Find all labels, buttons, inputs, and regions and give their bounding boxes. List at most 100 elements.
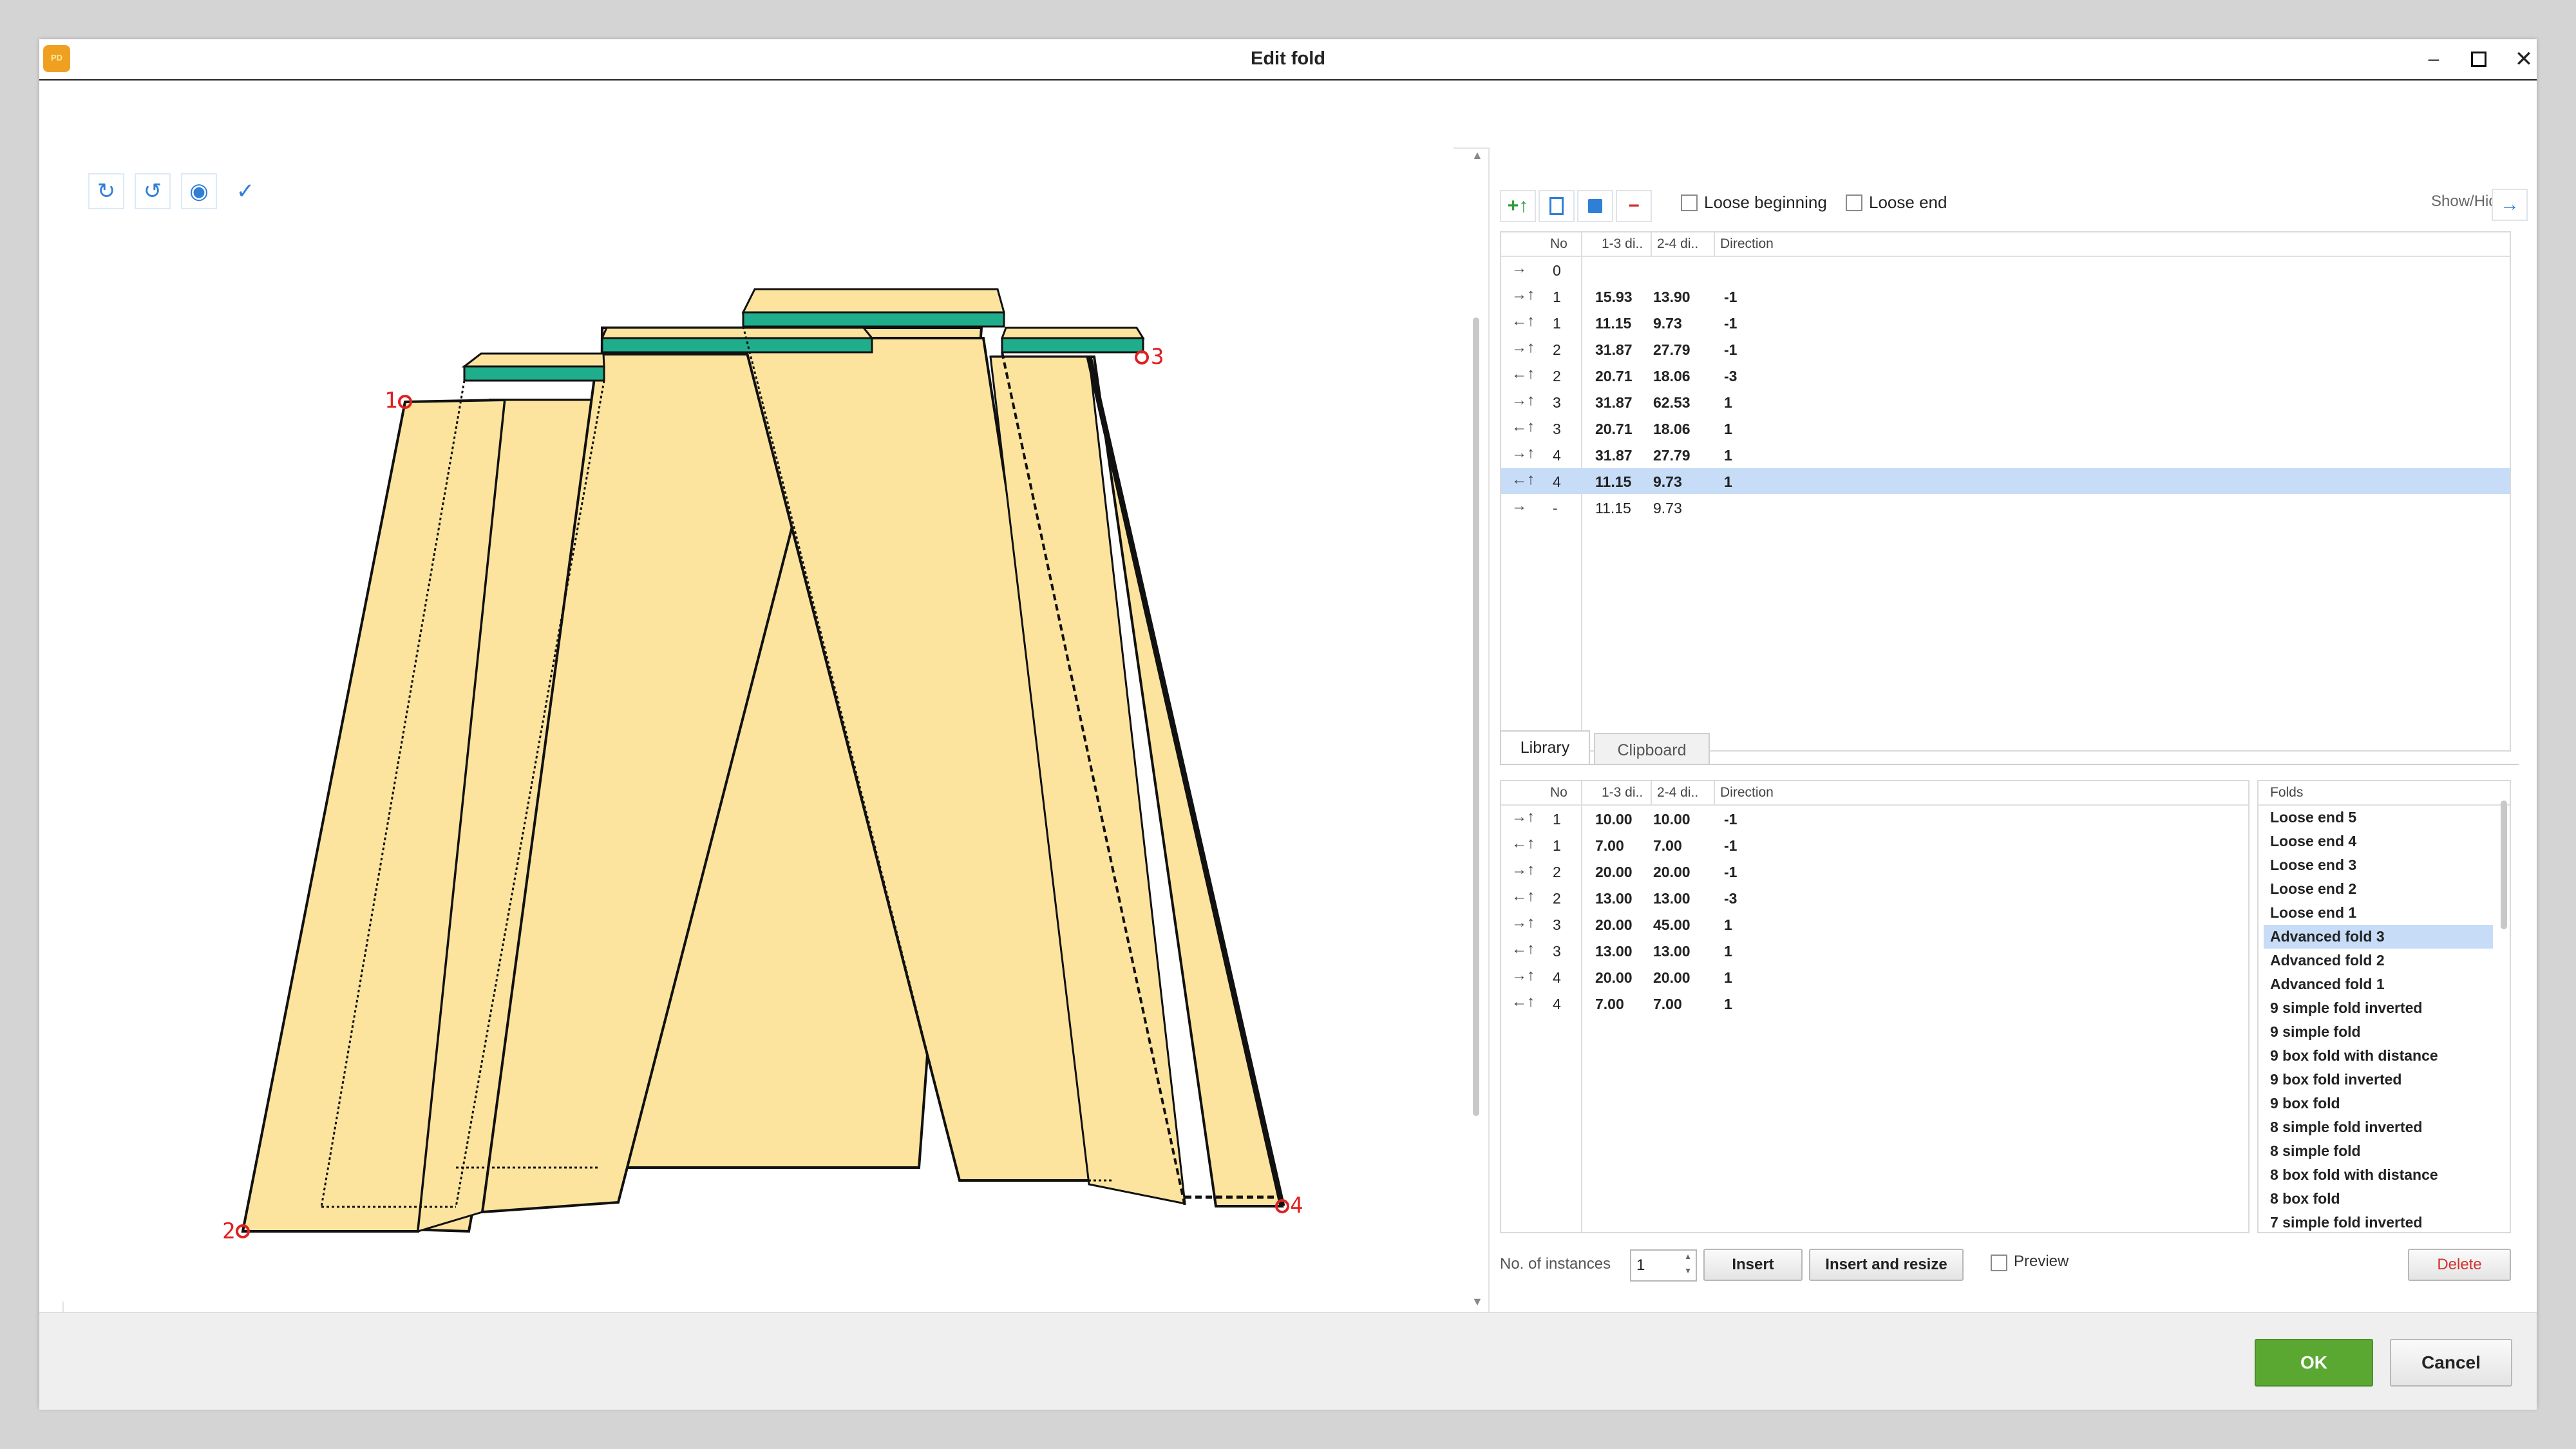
cell-no: 1 [1553, 289, 1561, 305]
point-2-label: 2 [222, 1218, 235, 1244]
table-row[interactable]: ←↑ 2 13.00 13.00 -3 [1501, 885, 2248, 911]
cell-d13: 20.00 [1595, 864, 1633, 880]
insert-and-resize-button[interactable]: Insert and resize [1809, 1249, 1964, 1281]
table-row[interactable]: ←↑ 4 11.15 9.73 1 [1501, 468, 2510, 494]
list-item[interactable]: Advanced fold 1 [2264, 972, 2493, 996]
cell-no: 0 [1553, 262, 1561, 279]
cell-dir: -1 [1724, 289, 1738, 305]
rotate-cw-icon[interactable]: ↻ [88, 173, 124, 209]
cell-no: 3 [1553, 421, 1561, 437]
loose-end-checkbox[interactable] [1846, 194, 1862, 211]
list-item[interactable]: 9 box fold [2264, 1092, 2493, 1115]
col-header-no: No [1550, 236, 1567, 251]
tab-clipboard[interactable]: Clipboard [1594, 733, 1710, 764]
cell-d24: 13.90 [1653, 289, 1690, 305]
list-item[interactable]: Advanced fold 3 [2264, 925, 2493, 949]
list-item[interactable]: Loose end 4 [2264, 829, 2493, 853]
cell-no: 3 [1553, 916, 1561, 933]
preview-checkbox[interactable] [1991, 1255, 2007, 1271]
list-item[interactable]: 9 box fold with distance [2264, 1044, 2493, 1068]
copy-button[interactable] [1539, 190, 1575, 222]
save-button[interactable] [1577, 190, 1613, 222]
cell-dir: 1 [1724, 394, 1732, 411]
fold-direction-icon: ←↑ [1511, 940, 1535, 958]
remove-fold-button[interactable]: − [1616, 190, 1652, 222]
fold-drawing[interactable]: 1 2 3 4 [62, 147, 1454, 1302]
table-row[interactable]: → 0 [1501, 257, 2510, 283]
table-row[interactable]: →↑ 1 15.93 13.90 -1 [1501, 283, 2510, 309]
table-row[interactable]: ←↑ 1 7.00 7.00 -1 [1501, 832, 2248, 858]
list-item[interactable]: 7 simple fold inverted [2264, 1211, 2493, 1235]
table-row[interactable]: →↑ 1 10.00 10.00 -1 [1501, 806, 2248, 831]
fold-direction-icon: ←↑ [1511, 887, 1535, 905]
instances-value: 1 [1636, 1256, 1645, 1274]
table-row[interactable]: →↑ 4 20.00 20.00 1 [1501, 964, 2248, 990]
tab-library[interactable]: Library [1500, 730, 1590, 764]
table-row[interactable]: → - 11.15 9.73 [1501, 495, 2510, 520]
table-row[interactable]: ←↑ 2 20.71 18.06 -3 [1501, 363, 2510, 388]
list-item[interactable]: 8 box fold with distance [2264, 1163, 2493, 1187]
canvas-vertical-scrollbar[interactable]: ▲ ▼ [1468, 147, 1486, 1313]
table-row[interactable]: ←↑ 3 13.00 13.00 1 [1501, 938, 2248, 963]
fold-direction-icon: ←↑ [1511, 835, 1535, 852]
cell-dir: 1 [1724, 996, 1732, 1012]
cell-d24: 18.06 [1653, 421, 1690, 437]
rotate-ccw-icon[interactable]: ↺ [135, 173, 171, 209]
table-row[interactable]: →↑ 4 31.87 27.79 1 [1501, 442, 2510, 468]
ok-button[interactable]: OK [2255, 1339, 2373, 1387]
table-row[interactable]: ←↑ 3 20.71 18.06 1 [1501, 415, 2510, 441]
list-item[interactable]: 8 simple fold inverted [2264, 1115, 2493, 1139]
table-row[interactable]: ←↑ 4 7.00 7.00 1 [1501, 990, 2248, 1016]
col-header-direction: Direction [1720, 236, 1774, 251]
cell-no: 3 [1553, 394, 1561, 411]
minimize-button[interactable]: – [2416, 44, 2452, 74]
edit-fold-dialog: Edit fold – ✕ [39, 39, 2537, 1410]
table-row[interactable]: →↑ 3 20.00 45.00 1 [1501, 911, 2248, 937]
list-item[interactable]: Loose end 1 [2264, 901, 2493, 925]
fold-direction-icon: →↑ [1511, 444, 1535, 462]
cell-dir: -1 [1724, 315, 1738, 332]
table-row[interactable]: ←↑ 1 11.15 9.73 -1 [1501, 310, 2510, 336]
list-item[interactable]: 9 simple fold [2264, 1020, 2493, 1044]
cell-d24: 20.00 [1653, 864, 1690, 880]
show-hide-button[interactable]: → [2492, 189, 2528, 221]
cell-d24: 9.73 [1653, 500, 1682, 516]
list-item[interactable]: 9 simple fold inverted [2264, 996, 2493, 1020]
fold-direction-icon: →↑ [1511, 339, 1535, 356]
cell-no: 4 [1553, 996, 1561, 1012]
insert-button[interactable]: Insert [1703, 1249, 1803, 1281]
table-row[interactable]: →↑ 3 31.87 62.53 1 [1501, 389, 2510, 415]
cell-d13: 7.00 [1595, 996, 1624, 1012]
maximize-button[interactable] [2461, 44, 2497, 74]
window-title: Edit fold [1251, 48, 1325, 69]
title-bar: Edit fold – ✕ [39, 39, 2537, 80]
add-fold-button[interactable]: +↑ [1500, 190, 1536, 222]
fold-direction-icon: ←↑ [1511, 418, 1535, 435]
table-row[interactable]: →↑ 2 31.87 27.79 -1 [1501, 336, 2510, 362]
cell-no: 2 [1553, 368, 1561, 384]
zoom-fit-icon[interactable]: ◉ [181, 173, 217, 209]
list-item[interactable]: 8 simple fold [2264, 1139, 2493, 1163]
folds-scrollbar[interactable] [2501, 800, 2507, 929]
list-item[interactable]: Advanced fold 2 [2264, 949, 2493, 972]
table-row[interactable]: →↑ 2 20.00 20.00 -1 [1501, 858, 2248, 884]
cell-dir: 1 [1724, 421, 1732, 437]
loose-beginning-checkbox[interactable] [1681, 194, 1698, 211]
cell-d13: 10.00 [1595, 811, 1633, 828]
close-button[interactable]: ✕ [2506, 44, 2542, 74]
list-item[interactable]: Loose end 5 [2264, 806, 2493, 829]
list-item[interactable]: Loose end 2 [2264, 877, 2493, 901]
fold-top-strip-2 [601, 337, 873, 354]
cancel-button[interactable]: Cancel [2390, 1339, 2512, 1387]
delete-button[interactable]: Delete [2408, 1249, 2511, 1281]
cell-no: 4 [1553, 969, 1561, 986]
list-item[interactable]: Loose end 3 [2264, 853, 2493, 877]
fold-direction-icon: ←↑ [1511, 312, 1535, 330]
cell-no: 1 [1553, 837, 1561, 854]
fold-direction-icon: →↑ [1511, 914, 1535, 931]
list-item[interactable]: 9 box fold inverted [2264, 1068, 2493, 1092]
fold-direction-icon: →↑ [1511, 861, 1535, 878]
visibility-icon[interactable]: ✓ [227, 173, 263, 209]
list-item[interactable]: 8 box fold [2264, 1187, 2493, 1211]
instances-stepper[interactable]: 1 ▲ ▼ [1630, 1249, 1697, 1282]
